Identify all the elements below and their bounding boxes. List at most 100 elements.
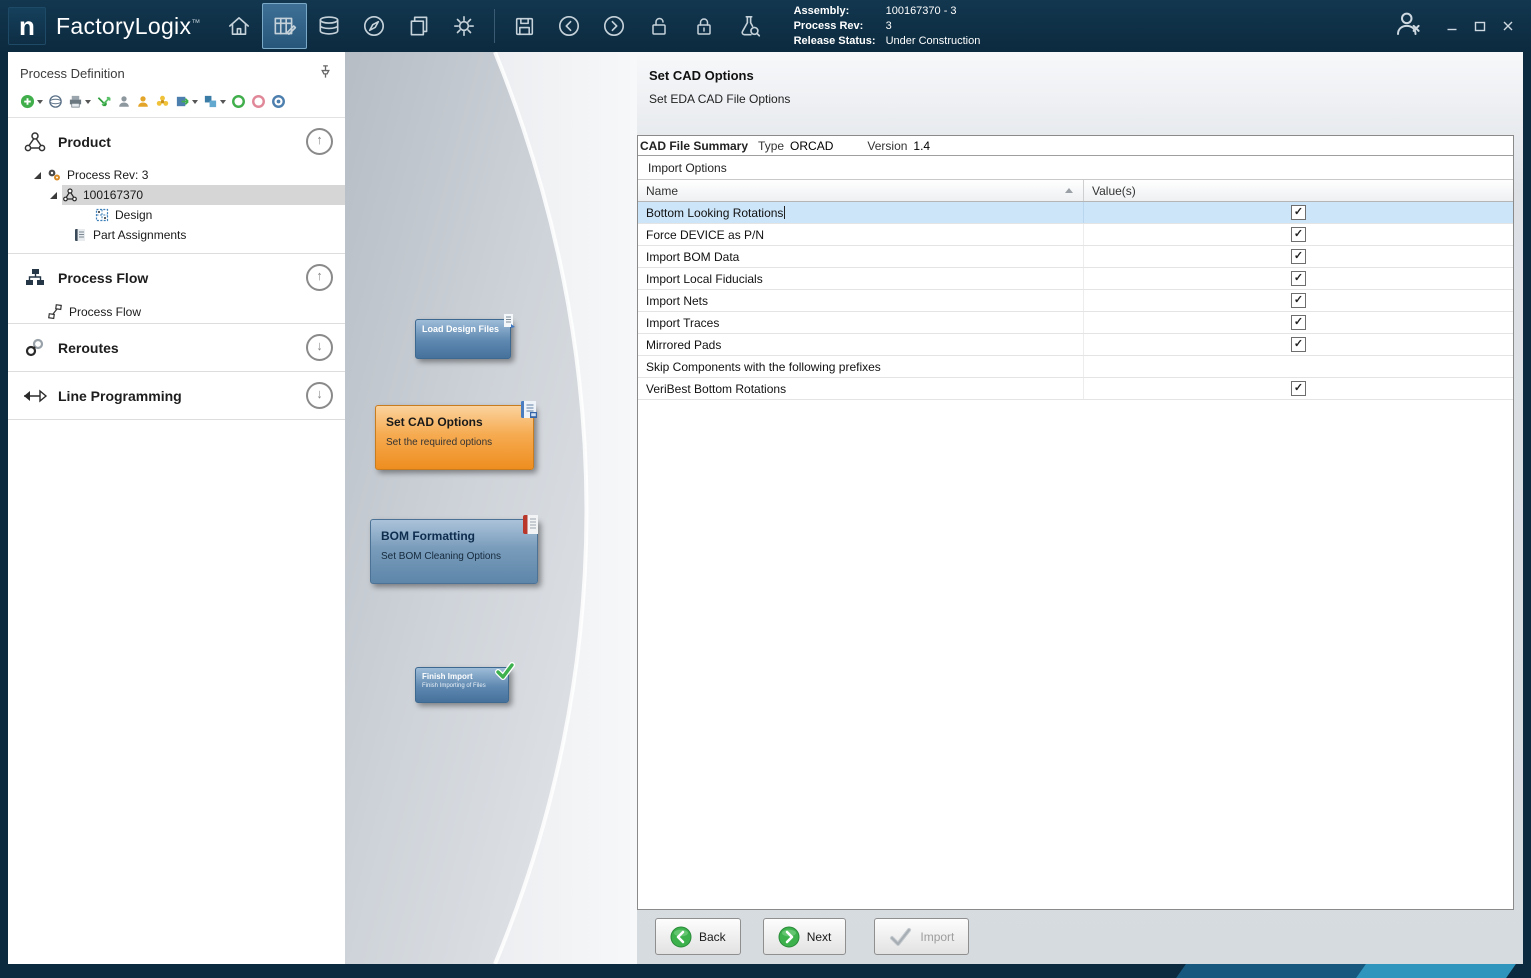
back-button[interactable]: Back bbox=[655, 918, 741, 955]
sidebar-section-line-programming[interactable]: Line Programming ↓ bbox=[8, 372, 345, 419]
tree-item-assembly[interactable]: 100167370 bbox=[8, 185, 345, 205]
option-name-cell[interactable]: VeriBest Bottom Rotations bbox=[638, 378, 1084, 399]
process-definition-button[interactable] bbox=[262, 3, 307, 49]
table-row[interactable]: Bottom Looking Rotations bbox=[638, 202, 1513, 224]
wizard-buttons: Back Next Import bbox=[655, 918, 969, 955]
documents-button[interactable] bbox=[397, 3, 442, 49]
import-button[interactable]: Import bbox=[874, 918, 969, 955]
forward-history-button[interactable] bbox=[592, 3, 637, 49]
option-name-cell[interactable]: Import Local Fiducials bbox=[638, 268, 1084, 289]
record-button[interactable] bbox=[271, 94, 286, 109]
expand-line-programming-button[interactable]: ↓ bbox=[306, 382, 333, 409]
wizard-flow-panel: Load Design Files Set CAD Options Set th… bbox=[345, 52, 637, 964]
expander-icon[interactable] bbox=[50, 192, 57, 199]
settings-button[interactable] bbox=[442, 3, 487, 49]
sync-arrows-icon bbox=[96, 94, 112, 109]
sidebar: Process Definition Product ↑ bbox=[8, 52, 346, 964]
export-button[interactable] bbox=[175, 94, 198, 109]
row-checkbox[interactable] bbox=[1291, 381, 1306, 396]
table-row[interactable]: Mirrored Pads bbox=[638, 334, 1513, 356]
row-checkbox[interactable] bbox=[1291, 227, 1306, 242]
import-check-icon bbox=[889, 927, 913, 947]
flow-step-load-design-files[interactable]: Load Design Files bbox=[415, 319, 511, 359]
favorites-button[interactable] bbox=[155, 94, 170, 109]
sync-button[interactable] bbox=[96, 94, 112, 109]
maximize-button[interactable] bbox=[1473, 19, 1487, 33]
tree-item-design[interactable]: Design bbox=[8, 205, 345, 225]
gears-icon bbox=[46, 167, 62, 183]
print-button[interactable] bbox=[68, 94, 91, 109]
option-name-cell[interactable]: Force DEVICE as P/N bbox=[638, 224, 1084, 245]
option-name-cell[interactable]: Mirrored Pads bbox=[638, 334, 1084, 355]
table-empty-area bbox=[638, 400, 1513, 909]
window-bottom-frame bbox=[0, 964, 1531, 978]
option-name-cell[interactable]: Skip Components with the following prefi… bbox=[638, 356, 1084, 377]
next-button[interactable]: Next bbox=[763, 918, 847, 955]
process-flow-item[interactable]: Process Flow bbox=[8, 301, 345, 323]
home-button[interactable] bbox=[217, 3, 262, 49]
table-row[interactable]: Skip Components with the following prefi… bbox=[638, 356, 1513, 378]
sidebar-section-process-flow[interactable]: Process Flow ↑ bbox=[8, 254, 345, 301]
collapse-process-flow-button[interactable]: ↑ bbox=[306, 264, 333, 291]
row-checkbox[interactable] bbox=[1291, 249, 1306, 264]
flow-step-bom-formatting[interactable]: BOM Formatting Set BOM Cleaning Options bbox=[370, 519, 538, 584]
back-history-button[interactable] bbox=[547, 3, 592, 49]
step-subtitle bbox=[416, 334, 510, 336]
stop-button[interactable] bbox=[251, 94, 266, 109]
main-panel: Set CAD Options Set EDA CAD File Options… bbox=[637, 52, 1523, 964]
table-row[interactable]: Import Local Fiducials bbox=[638, 268, 1513, 290]
transfer-button[interactable] bbox=[203, 94, 226, 109]
flow-step-finish-import[interactable]: Finish Import Finish Importing of Files bbox=[415, 667, 509, 703]
printer-icon bbox=[68, 94, 83, 109]
step-title: BOM Formatting bbox=[371, 520, 537, 543]
materials-button[interactable] bbox=[307, 3, 352, 49]
minimize-button[interactable] bbox=[1445, 19, 1459, 33]
user-yellow-button[interactable] bbox=[136, 94, 150, 109]
step-subtitle: Set BOM Cleaning Options bbox=[371, 543, 537, 562]
option-name-cell[interactable]: Import BOM Data bbox=[638, 246, 1084, 267]
column-header-values[interactable]: Value(s) bbox=[1084, 180, 1513, 201]
save-button[interactable] bbox=[502, 3, 547, 49]
stack-icon bbox=[316, 13, 342, 39]
navigator-button[interactable] bbox=[352, 3, 397, 49]
flower-icon bbox=[155, 94, 170, 109]
close-button[interactable] bbox=[1501, 19, 1515, 33]
row-checkbox[interactable] bbox=[1291, 205, 1306, 220]
pin-button[interactable] bbox=[318, 64, 333, 82]
option-name-cell[interactable]: Import Traces bbox=[638, 312, 1084, 333]
web-link-button[interactable] bbox=[48, 94, 63, 109]
start-button[interactable] bbox=[231, 94, 246, 109]
expander-icon[interactable] bbox=[34, 172, 41, 179]
table-row[interactable]: VeriBest Bottom Rotations bbox=[638, 378, 1513, 400]
collapse-product-button[interactable]: ↑ bbox=[306, 128, 333, 155]
row-checkbox[interactable] bbox=[1291, 315, 1306, 330]
tree-item-part-assignments[interactable]: Part Assignments bbox=[8, 225, 345, 245]
release-status-label: Release Status: bbox=[794, 34, 886, 49]
table-row[interactable]: Import Nets bbox=[638, 290, 1513, 312]
sidebar-section-reroutes[interactable]: Reroutes ↓ bbox=[8, 324, 345, 371]
sidebar-section-product[interactable]: Product ↑ bbox=[8, 118, 345, 165]
expand-reroutes-button[interactable]: ↓ bbox=[306, 334, 333, 361]
row-checkbox[interactable] bbox=[1291, 293, 1306, 308]
option-name-cell[interactable]: Import Nets bbox=[638, 290, 1084, 311]
table-row[interactable]: Import Traces bbox=[638, 312, 1513, 334]
book-icon bbox=[72, 227, 88, 243]
row-checkbox[interactable] bbox=[1291, 271, 1306, 286]
process-flow-label: Process Flow bbox=[58, 270, 148, 286]
gear-icon bbox=[451, 13, 477, 39]
audit-search-button[interactable] bbox=[727, 3, 772, 49]
tree-item-process-rev[interactable]: Process Rev: 3 bbox=[8, 165, 345, 185]
lock-button[interactable] bbox=[682, 3, 727, 49]
tree-label-design: Design bbox=[115, 208, 152, 222]
logout-user-button[interactable] bbox=[1393, 9, 1423, 44]
table-row[interactable]: Import BOM Data bbox=[638, 246, 1513, 268]
unlock-button[interactable] bbox=[637, 3, 682, 49]
row-checkbox[interactable] bbox=[1291, 337, 1306, 352]
column-header-name[interactable]: Name bbox=[638, 180, 1084, 201]
file-icon bbox=[500, 312, 518, 335]
user-gray-button[interactable] bbox=[117, 94, 131, 109]
flow-step-set-cad-options[interactable]: Set CAD Options Set the required options bbox=[375, 405, 534, 470]
table-row[interactable]: Force DEVICE as P/N bbox=[638, 224, 1513, 246]
option-name-cell[interactable]: Bottom Looking Rotations bbox=[638, 202, 1084, 223]
add-button[interactable] bbox=[20, 94, 43, 109]
